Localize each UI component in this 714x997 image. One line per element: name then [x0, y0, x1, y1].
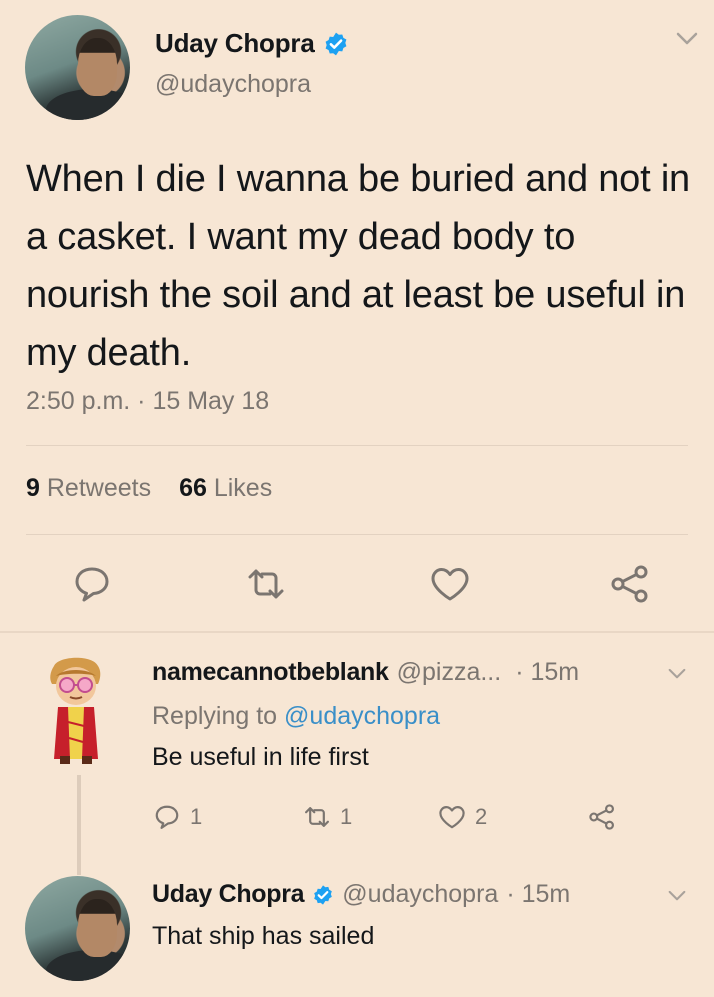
- divider: [26, 445, 688, 446]
- divider: [0, 631, 714, 633]
- retweet-icon: [305, 807, 329, 827]
- reply-text: Be useful in life first: [152, 743, 369, 771]
- reply-header: namecannotbeblank @pizza... · 15m: [152, 658, 579, 687]
- like-count: 2: [475, 804, 488, 829]
- author-display-name[interactable]: Uday Chopra: [155, 28, 315, 59]
- retweet-icon[interactable]: [244, 562, 288, 606]
- share-icon[interactable]: [608, 562, 652, 606]
- author-name-row: Uday Chopra: [155, 28, 349, 59]
- likes-stat[interactable]: 66 Likes: [179, 474, 272, 503]
- reply-icon: [155, 805, 179, 829]
- reply-like-button[interactable]: 2: [437, 802, 587, 832]
- like-icon[interactable]: [428, 562, 472, 606]
- reply-header: Uday Chopra @udaychopra · 15m: [152, 880, 570, 909]
- reply-share-button[interactable]: [587, 802, 617, 832]
- replying-to-line: Replying to @udaychopra: [152, 702, 440, 731]
- reply-reply-button[interactable]: 1: [152, 802, 302, 832]
- reply-time[interactable]: · 15m: [515, 658, 579, 687]
- reply-count: 1: [190, 804, 203, 829]
- like-icon: [439, 806, 465, 829]
- reply-action-bar: 1 1 2: [152, 802, 617, 832]
- divider: [26, 534, 688, 535]
- reply-icon[interactable]: [70, 562, 114, 606]
- reply-retweet-button[interactable]: 1: [302, 802, 437, 832]
- reply-time[interactable]: · 15m: [506, 880, 570, 909]
- retweet-count: 1: [340, 804, 353, 829]
- chevron-down-icon[interactable]: [676, 32, 698, 46]
- reply-text: That ship has sailed: [152, 922, 375, 950]
- reply-handle[interactable]: @udaychopra: [342, 880, 498, 909]
- reply-display-name[interactable]: Uday Chopra: [152, 880, 305, 909]
- verified-badge-icon: [325, 32, 347, 55]
- author-handle[interactable]: @udaychopra: [155, 70, 311, 99]
- author-avatar[interactable]: [25, 15, 130, 120]
- chevron-down-icon[interactable]: [668, 668, 686, 680]
- replying-to-link[interactable]: @udaychopra: [284, 702, 440, 730]
- share-icon: [589, 804, 614, 830]
- tweet-text: When I die I wanna be buried and not in …: [26, 158, 690, 374]
- chevron-down-icon[interactable]: [668, 890, 686, 902]
- reply-display-name[interactable]: namecannotbeblank: [152, 658, 389, 687]
- reply-handle[interactable]: @pizza...: [397, 658, 502, 687]
- tweet-timestamp[interactable]: 2:50 p.m. · 15 May 18: [26, 387, 269, 416]
- verified-badge-icon: [314, 884, 333, 905]
- reply-author-avatar[interactable]: [40, 652, 110, 767]
- retweets-stat[interactable]: 9 Retweets: [26, 474, 151, 503]
- main-tweet: Uday Chopra @udaychopra When I die I wan…: [0, 0, 714, 632]
- reply-author-avatar[interactable]: [25, 876, 130, 981]
- replying-to-prefix: Replying to: [152, 702, 278, 730]
- thread-connector-line: [77, 775, 81, 875]
- engagement-stats: 9 Retweets 66 Likes: [26, 474, 272, 503]
